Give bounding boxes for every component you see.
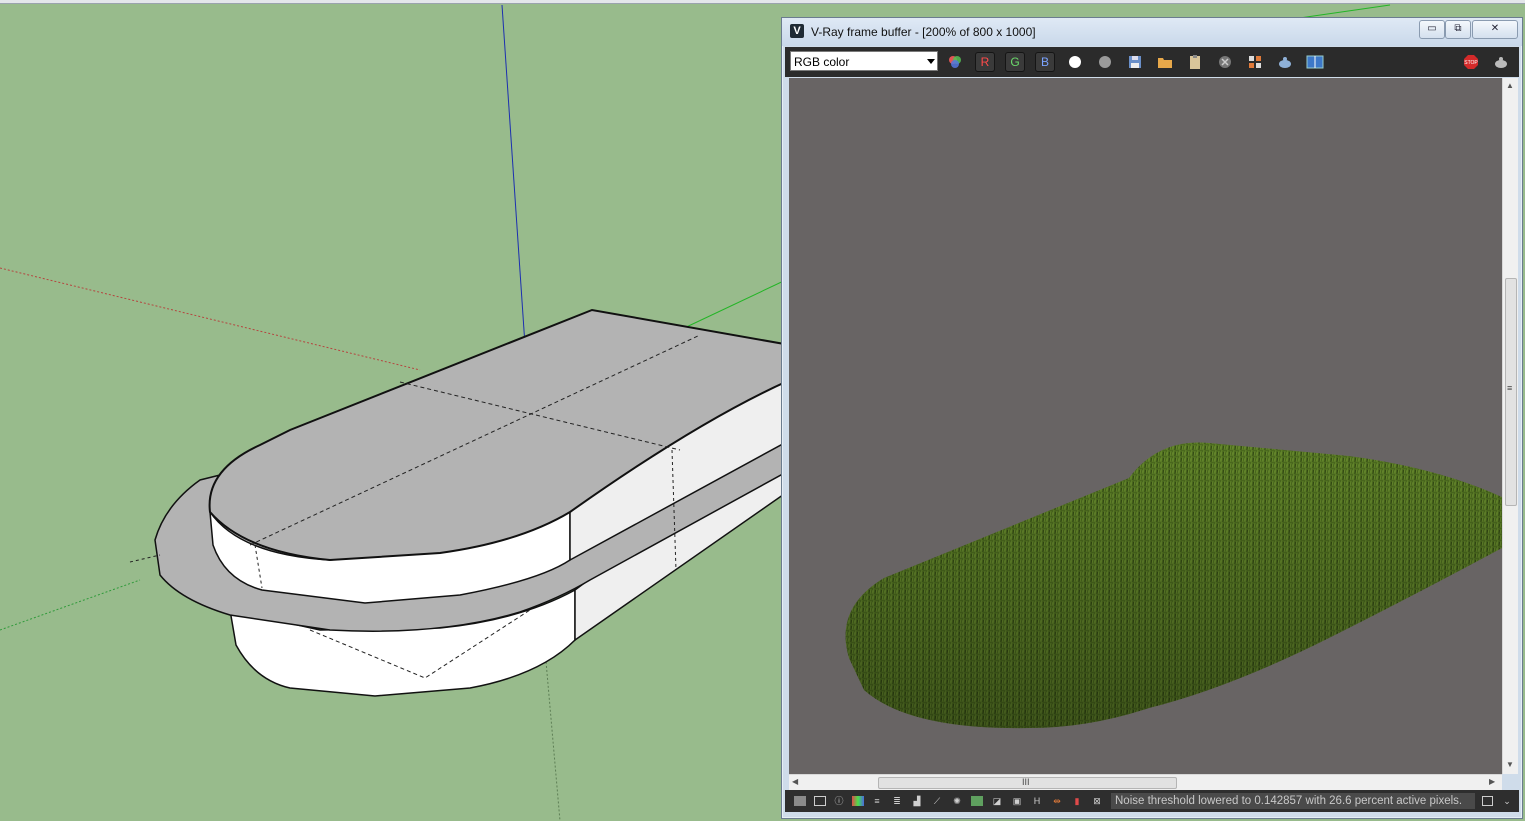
curve-editor-icon[interactable]: ◪ bbox=[991, 796, 1003, 806]
vertical-scroll-thumb[interactable]: ≡ bbox=[1505, 278, 1517, 506]
window-title: V-Ray frame buffer - [200% of 800 x 1000… bbox=[811, 25, 1036, 39]
open-folder-icon[interactable] bbox=[1155, 52, 1175, 72]
vray-logo-icon: V bbox=[790, 24, 804, 38]
horizontal-scrollbar[interactable]: ◀ III ▶ bbox=[789, 774, 1502, 790]
chevron-down-icon bbox=[927, 59, 935, 64]
clipboard-icon[interactable] bbox=[1185, 52, 1205, 72]
render-canvas[interactable] bbox=[789, 78, 1502, 774]
channel-select[interactable]: RGB color bbox=[790, 51, 938, 71]
svg-text:STOP: STOP bbox=[1464, 60, 1478, 66]
teapot-icon[interactable] bbox=[1491, 52, 1511, 72]
maximize-button[interactable]: ⧉ bbox=[1445, 20, 1471, 39]
scroll-right-arrow[interactable]: ▶ bbox=[1489, 777, 1495, 786]
white-circle-icon[interactable] bbox=[1065, 52, 1085, 72]
lut-icon[interactable]: ▣ bbox=[1011, 796, 1023, 806]
hsl-icon[interactable]: ≡ bbox=[871, 796, 883, 806]
compare-icon[interactable] bbox=[1305, 52, 1325, 72]
gray-circle-icon[interactable] bbox=[1095, 52, 1115, 72]
status-message: Noise threshold lowered to 0.142857 with… bbox=[1111, 793, 1475, 809]
color-mode-icon[interactable] bbox=[945, 52, 965, 72]
vfb-titlebar[interactable]: V V-Ray frame buffer - [200% of 800 x 10… bbox=[782, 18, 1522, 46]
channel-select-value: RGB color bbox=[794, 55, 850, 69]
scroll-down-arrow[interactable]: ▼ bbox=[1506, 760, 1514, 769]
histogram-icon[interactable]: ▟ bbox=[911, 796, 923, 806]
color-correction-icon[interactable] bbox=[852, 796, 864, 806]
background-icon[interactable] bbox=[971, 796, 983, 806]
history-icon[interactable] bbox=[814, 796, 826, 806]
levels-icon[interactable]: ≣ bbox=[891, 796, 903, 806]
expand-chevron-icon[interactable]: ⌄ bbox=[1501, 796, 1513, 806]
viewport-top-edge bbox=[0, 0, 1525, 4]
minimize-button[interactable]: ▭ bbox=[1419, 20, 1445, 39]
window-icon[interactable] bbox=[794, 796, 806, 806]
save-icon[interactable] bbox=[1125, 52, 1145, 72]
region-render-icon[interactable] bbox=[1245, 52, 1265, 72]
close-button[interactable]: ✕ bbox=[1472, 20, 1518, 39]
blue-channel-button[interactable]: B bbox=[1035, 52, 1055, 72]
stop-icon[interactable]: STOP bbox=[1461, 52, 1481, 72]
red-channel-button[interactable]: R bbox=[975, 52, 995, 72]
exposure-icon[interactable]: ✺ bbox=[951, 796, 963, 806]
compare-ab-icon[interactable]: ⇹ bbox=[1051, 796, 1063, 806]
scroll-up-arrow[interactable]: ▲ bbox=[1506, 81, 1514, 90]
green-channel-button[interactable]: G bbox=[1005, 52, 1025, 72]
clear-icon[interactable] bbox=[1215, 52, 1235, 72]
horizontal-scroll-thumb[interactable]: III bbox=[878, 777, 1177, 789]
h-icon[interactable]: H bbox=[1031, 796, 1043, 806]
vray-frame-buffer-window[interactable]: V V-Ray frame buffer - [200% of 800 x 10… bbox=[781, 17, 1523, 819]
curves-icon[interactable]: ⟋ bbox=[931, 796, 943, 806]
horizontal-scroll-grip: III bbox=[1022, 777, 1030, 787]
rendered-image bbox=[789, 78, 1502, 774]
teapot-render-icon[interactable] bbox=[1275, 52, 1295, 72]
rgb-bars-icon[interactable]: ▮ bbox=[1071, 796, 1083, 806]
vfb-toolbar: RGB color R G B STOP bbox=[785, 47, 1519, 77]
settings-icon[interactable]: ⊠ bbox=[1091, 796, 1103, 806]
scroll-left-arrow[interactable]: ◀ bbox=[792, 777, 798, 786]
vfb-statusbar: ⓘ ≡ ≣ ▟ ⟋ ✺ ◪ ▣ H ⇹ ▮ ⊠ Noise threshold … bbox=[785, 790, 1519, 812]
info-icon[interactable]: ⓘ bbox=[833, 796, 845, 806]
vertical-scroll-grip: ≡ bbox=[1507, 383, 1513, 393]
vertical-scrollbar[interactable]: ▲ ≡ ▼ bbox=[1502, 78, 1518, 774]
panel-toggle-icon[interactable] bbox=[1482, 796, 1493, 806]
